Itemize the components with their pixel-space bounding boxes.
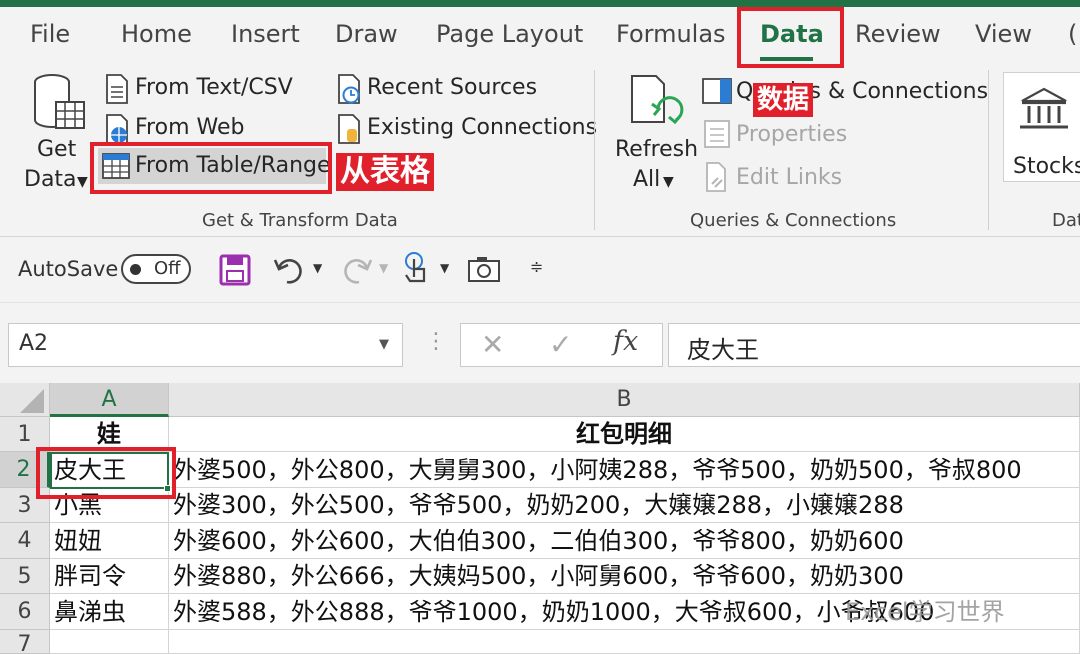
chevron-down-icon: ▼ xyxy=(77,174,88,190)
from-web-button[interactable]: From Web xyxy=(135,114,244,142)
cell-b1[interactable]: 红包明细 xyxy=(169,417,1080,452)
text-file-icon xyxy=(106,74,128,104)
annotation-data-tab: 数据 xyxy=(753,83,814,117)
select-all-corner[interactable] xyxy=(0,383,50,417)
highlight-cell-a2 xyxy=(36,447,176,499)
name-box-value: A2 xyxy=(19,331,49,356)
name-box[interactable]: A2 ▼ xyxy=(8,323,403,367)
properties-icon xyxy=(704,120,730,148)
row-header[interactable]: 5 xyxy=(0,559,50,594)
edit-links-button[interactable]: Edit Links xyxy=(736,164,842,192)
web-file-icon xyxy=(106,114,128,144)
cell-a5[interactable]: 胖司令 xyxy=(50,559,169,594)
tab-overflow[interactable]: ( xyxy=(1068,19,1077,49)
camera-icon[interactable] xyxy=(467,255,501,283)
formula-value: 皮大王 xyxy=(687,336,759,364)
select-all-triangle-icon xyxy=(20,389,44,413)
stocks-label: Stocks xyxy=(1013,154,1080,179)
database-icon xyxy=(34,74,85,129)
autosave-label: AutoSave xyxy=(18,257,119,281)
redo-icon[interactable] xyxy=(339,254,373,286)
refresh-icon xyxy=(631,75,684,125)
insert-function-icon[interactable]: fx xyxy=(613,326,638,357)
recent-sources-icon xyxy=(338,74,360,104)
from-text-csv-button[interactable]: From Text/CSV xyxy=(135,74,293,102)
undo-dropdown-icon[interactable]: ▼ xyxy=(313,261,322,275)
row-header[interactable]: 4 xyxy=(0,523,50,559)
get-data-label-1: Get xyxy=(37,137,77,162)
undo-icon[interactable] xyxy=(273,254,307,286)
toggle-knob xyxy=(130,264,141,275)
row-header[interactable]: 7 xyxy=(0,630,50,654)
tab-file[interactable]: File xyxy=(30,19,70,49)
tab-page-layout[interactable]: Page Layout xyxy=(436,19,583,49)
recent-sources-button[interactable]: Recent Sources xyxy=(367,74,537,102)
chevron-down-icon: ▼ xyxy=(663,174,674,190)
customize-qat-icon[interactable]: ≑ xyxy=(530,257,543,276)
bank-icon xyxy=(1020,87,1068,129)
cell-b5[interactable]: 外婆880，外公666，大姨妈500，小阿舅600，爷爷600，奶奶300 xyxy=(169,559,1080,594)
annotation-from-table: 从表格 xyxy=(336,153,434,191)
formula-buttons: ✕ ✓ fx xyxy=(460,323,663,367)
tab-formulas[interactable]: Formulas xyxy=(616,19,726,49)
tab-home[interactable]: Home xyxy=(121,19,192,49)
cell-b2[interactable]: 外婆500，外公800，大舅舅300，小阿姨288，爷爷500，奶奶500，爷叔… xyxy=(169,452,1080,488)
get-data-label-2: Data xyxy=(24,167,77,192)
tab-insert[interactable]: Insert xyxy=(231,19,300,49)
highlight-data-tab xyxy=(737,7,844,68)
cell-b4[interactable]: 外婆600，外公600，大伯伯300，二伯伯300，爷爷800，奶奶600 xyxy=(169,523,1080,559)
stocks-button[interactable]: Stocks xyxy=(1003,72,1080,182)
edit-links-icon xyxy=(706,162,726,192)
splitter-dots-icon[interactable]: ⋮ xyxy=(425,329,447,354)
cell-a4[interactable]: 妞妞 xyxy=(50,523,169,559)
existing-connections-icon xyxy=(338,114,360,144)
watermark: Excel学习世界 xyxy=(845,598,1005,626)
touch-mode-icon[interactable] xyxy=(402,251,432,287)
column-header-b[interactable]: B xyxy=(169,383,1080,417)
autosave-toggle[interactable]: Off xyxy=(121,254,191,284)
toggle-state-label: Off xyxy=(154,258,181,279)
group-divider xyxy=(988,70,989,230)
enter-check-icon[interactable]: ✓ xyxy=(549,328,572,361)
data-types-group-label: Dat xyxy=(1052,210,1080,231)
existing-connections-button[interactable]: Existing Connections xyxy=(367,114,597,142)
queries-pane-icon xyxy=(702,78,732,104)
queries-group-label: Queries & Connections xyxy=(690,210,897,231)
group-divider xyxy=(594,70,595,230)
cell-b3[interactable]: 外婆300，外公500，爷爷500，奶奶200，大嬢嬢288，小嬢嬢288 xyxy=(169,488,1080,523)
get-transform-group-label: Get & Transform Data xyxy=(202,210,398,231)
row-header[interactable]: 6 xyxy=(0,594,50,630)
cell-a7[interactable] xyxy=(50,630,169,654)
cell-a6[interactable]: 鼻涕虫 xyxy=(50,594,169,630)
chevron-down-icon: ▼ xyxy=(379,337,389,352)
cancel-icon[interactable]: ✕ xyxy=(481,328,504,361)
touch-dropdown-icon[interactable]: ▼ xyxy=(440,261,449,275)
tab-review[interactable]: Review xyxy=(855,19,941,49)
formula-input[interactable]: 皮大王 xyxy=(668,323,1080,367)
cell-b7[interactable] xyxy=(169,630,1080,654)
save-icon[interactable] xyxy=(219,254,251,286)
properties-button[interactable]: Properties xyxy=(736,121,847,149)
ribbon-tab-bar: File Home Insert Draw Page Layout Formul… xyxy=(0,7,1080,62)
column-header-a[interactable]: A xyxy=(50,383,169,417)
title-accent-bar xyxy=(0,0,1080,7)
formula-bar: A2 ▼ ⋮ ✕ ✓ fx 皮大王 xyxy=(0,303,1080,383)
highlight-from-table xyxy=(90,142,332,194)
quick-access-toolbar: AutoSave Off ▼ ▼ ▼ ≑ xyxy=(0,237,1080,303)
tab-view[interactable]: View xyxy=(975,19,1032,49)
redo-dropdown-icon[interactable]: ▼ xyxy=(379,261,388,275)
refresh-label-2: All xyxy=(633,167,661,192)
tab-draw[interactable]: Draw xyxy=(335,19,398,49)
refresh-label-1: Refresh xyxy=(615,137,699,162)
